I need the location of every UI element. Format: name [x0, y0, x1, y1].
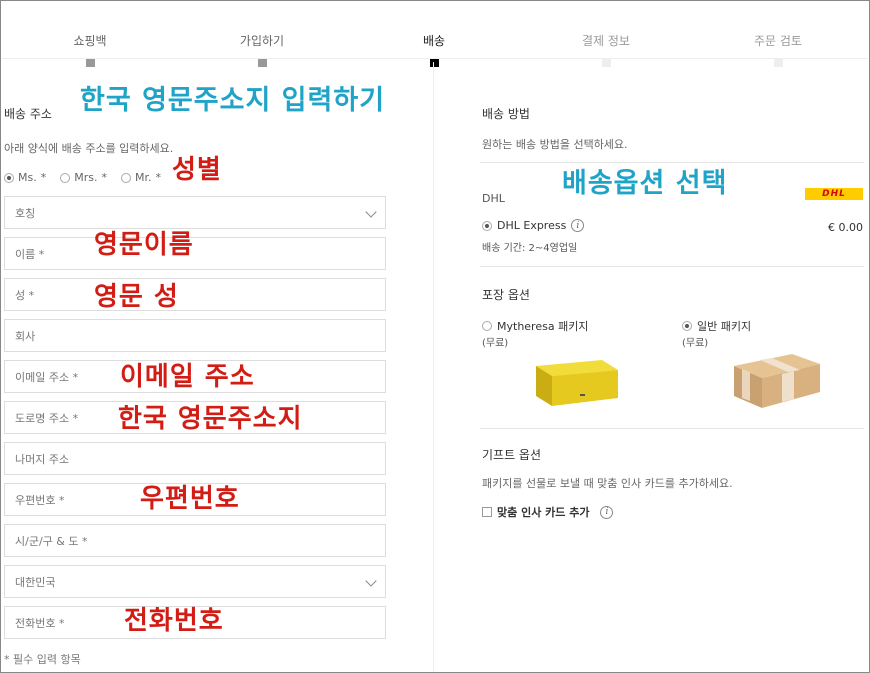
field-placeholder: 우편번호 *: [15, 493, 65, 507]
gift-card-checkbox[interactable]: 맞춤 인사 카드 추가 i: [482, 504, 614, 520]
annotation-korean-address: 한국 영문주소지 입력하기: [80, 85, 386, 116]
field-placeholder: 전화번호 *: [15, 616, 65, 630]
shipping-method-hint: 원하는 배송 방법을 선택하세요.: [482, 138, 628, 151]
section-divider: [480, 428, 864, 429]
package-price: (무료): [682, 338, 709, 349]
radio-icon[interactable]: [682, 321, 692, 331]
step-shopping-bag[interactable]: 쇼핑백: [20, 32, 160, 67]
package-price: (무료): [482, 338, 509, 349]
step-review: 주문 검토: [708, 32, 848, 67]
annotation-postcode: 우편번호: [140, 484, 240, 514]
step-marker: [257, 58, 267, 67]
annotation-english-last-name: 영문 성: [94, 282, 179, 312]
shipping-price: € 0.00: [828, 221, 863, 234]
checkbox-label: 맞춤 인사 카드 추가: [497, 506, 590, 519]
field-placeholder: 성 *: [15, 288, 35, 302]
info-icon[interactable]: i: [571, 219, 585, 232]
radio-icon[interactable]: [60, 172, 71, 183]
required-mark: *: [101, 171, 107, 184]
step-label: 결제 정보: [582, 34, 630, 48]
first-name-field[interactable]: 이름 *: [4, 237, 386, 270]
step-label: 쇼핑백: [73, 34, 107, 48]
field-placeholder: 나머지 주소: [15, 452, 70, 466]
radio-icon[interactable]: [482, 321, 492, 331]
step-marker: [601, 58, 611, 67]
field-placeholder: 이메일 주소 *: [15, 370, 79, 384]
steps-divider: [2, 58, 868, 59]
carrier-name: DHL: [482, 192, 505, 205]
shipping-duration: 배송 기간: 2~4영업일: [482, 243, 578, 254]
shipping-address-title: 배송 주소: [4, 107, 52, 121]
radio-icon[interactable]: [120, 172, 131, 183]
chevron-down-icon: [365, 206, 377, 218]
step-marker: [429, 58, 439, 67]
yellow-box-image: [536, 360, 618, 406]
dhl-express-option[interactable]: DHL Express i: [482, 219, 585, 232]
dhl-logo: DHL: [805, 188, 863, 200]
field-placeholder: 시/군/구 & 도 *: [15, 534, 88, 548]
step-payment: 결제 정보: [536, 32, 676, 67]
required-mark: *: [155, 171, 161, 184]
annotation-email: 이메일 주소: [120, 362, 255, 392]
select-value: 호칭: [15, 206, 36, 220]
section-divider: [480, 162, 864, 163]
salutation-mr[interactable]: Mr. *: [120, 171, 161, 184]
salutation-radios: Ms. * Mrs. * Mr. *: [4, 171, 161, 184]
package-standard-option[interactable]: 일반 패키지: [682, 318, 751, 334]
last-name-field[interactable]: 성 *: [4, 278, 386, 311]
checkout-steps: 쇼핑백 가입하기 배송 결제 정보 주문 검토: [0, 0, 870, 67]
radio-label: Mr.: [134, 171, 152, 184]
step-label: 배송: [422, 34, 446, 48]
shipping-method-title: 배송 방법: [482, 107, 530, 121]
annotation-english-first-name: 영문이름: [94, 230, 194, 260]
salutation-mrs[interactable]: Mrs. *: [60, 171, 107, 184]
step-shipping[interactable]: 배송: [364, 32, 504, 67]
field-placeholder: 도로명 주소 *: [15, 411, 79, 425]
annotation-gender: 성별: [172, 155, 222, 185]
field-placeholder: 이름 *: [15, 247, 45, 261]
salutation-ms[interactable]: Ms. *: [4, 171, 46, 184]
field-placeholder: 회사: [15, 329, 36, 343]
section-divider: [480, 266, 864, 267]
gift-hint: 패키지를 선물로 보낼 때 맞춤 인사 카드를 추가하세요.: [482, 477, 733, 490]
packaging-title: 포장 옵션: [482, 288, 530, 302]
annotation-phone: 전화번호: [124, 606, 224, 636]
dhl-logo-text: DHL: [822, 189, 846, 199]
package-mytheresa-option[interactable]: Mytheresa 패키지: [482, 318, 588, 334]
radio-label: Ms.: [18, 171, 37, 184]
address-rest-field[interactable]: 나머지 주소: [4, 442, 386, 475]
radio-label: Mrs.: [74, 171, 98, 184]
gift-title: 기프트 옵션: [482, 448, 542, 462]
step-label: 가입하기: [239, 34, 285, 48]
radio-icon[interactable]: [482, 220, 492, 231]
cardboard-box-image: [734, 354, 820, 408]
annotation-english-address: 한국 영문주소지: [118, 404, 303, 434]
checkbox-icon[interactable]: [482, 507, 492, 517]
column-divider: [433, 62, 434, 672]
step-marker: [85, 58, 95, 67]
step-label: 주문 검토: [754, 34, 802, 48]
step-signup[interactable]: 가입하기: [192, 32, 332, 67]
required-mark: *: [40, 171, 47, 184]
city-field[interactable]: 시/군/구 & 도 *: [4, 524, 386, 557]
annotation-shipping-option: 배송옵션 선택: [562, 168, 728, 199]
option-label: 일반 패키지: [697, 320, 752, 333]
title-select[interactable]: 호칭: [4, 196, 386, 229]
required-note: * 필수 입력 항목: [4, 653, 81, 666]
country-select[interactable]: 대한민국: [4, 565, 386, 598]
radio-icon[interactable]: [4, 172, 14, 183]
step-marker: [773, 58, 783, 67]
select-value: 대한민국: [15, 575, 56, 589]
company-field[interactable]: 회사: [4, 319, 386, 352]
chevron-down-icon: [365, 575, 377, 587]
option-label: DHL Express: [497, 219, 567, 232]
shipping-address-hint: 아래 양식에 배송 주소를 입력하세요.: [4, 142, 174, 155]
info-icon[interactable]: i: [600, 505, 614, 519]
option-label: Mytheresa 패키지: [497, 320, 589, 333]
